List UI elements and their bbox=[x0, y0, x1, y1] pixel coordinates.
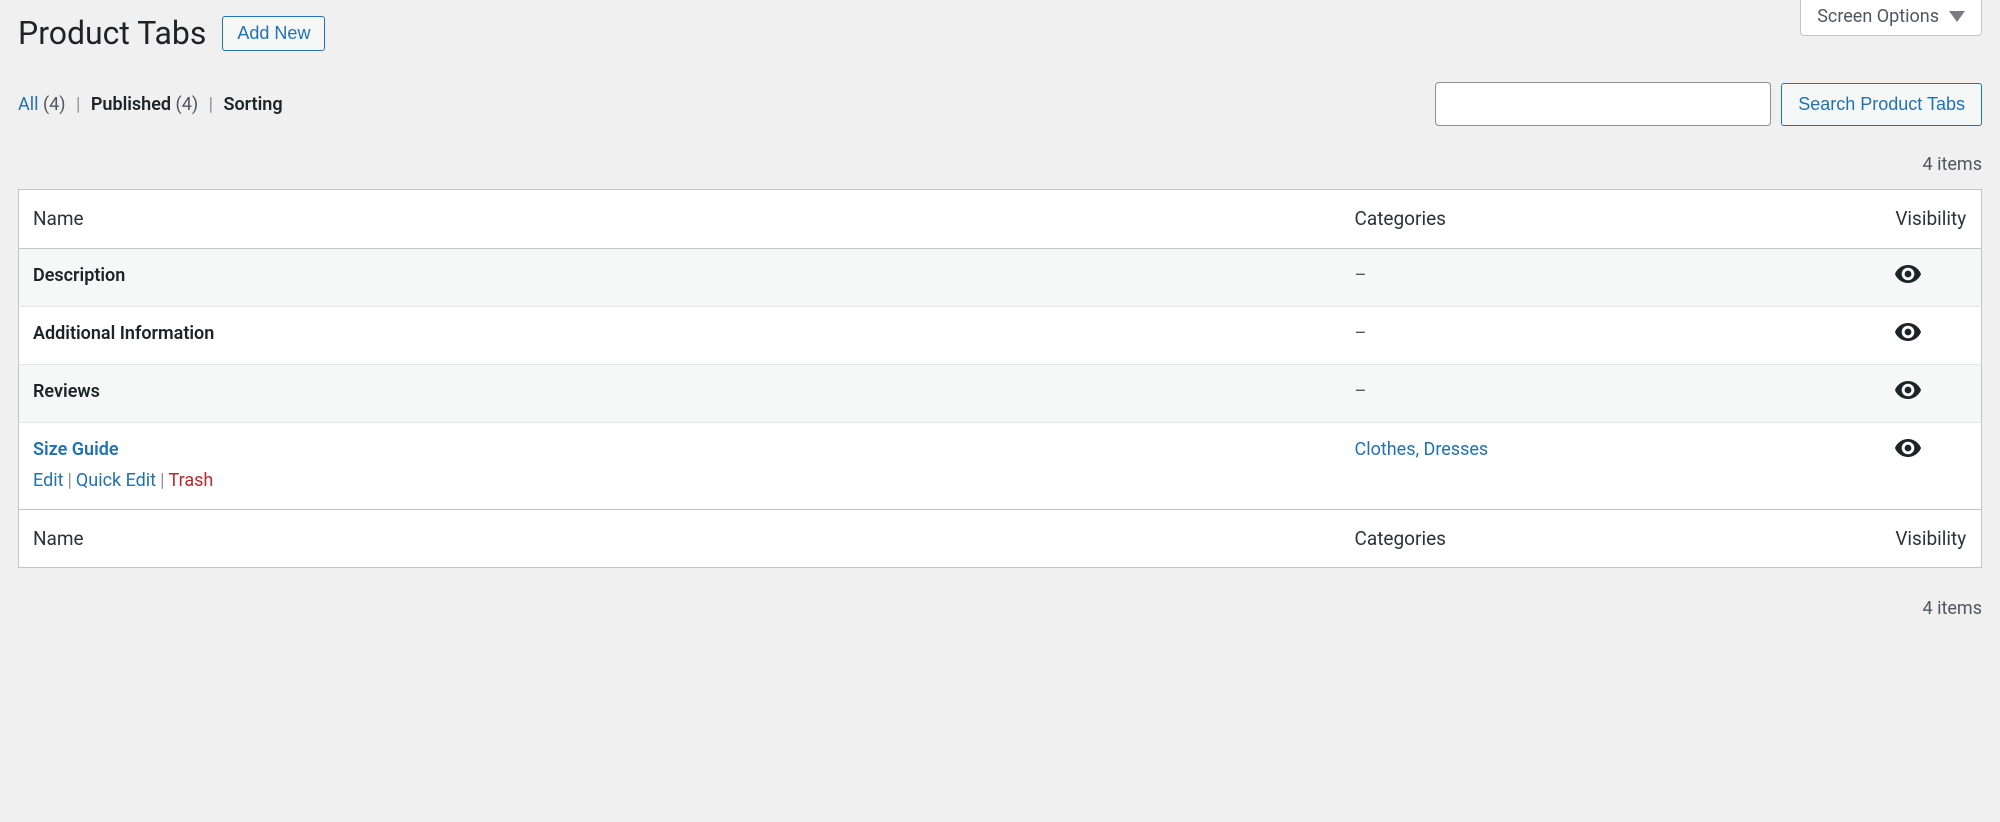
search-button[interactable]: Search Product Tabs bbox=[1781, 83, 1982, 126]
category-link[interactable]: Clothes, Dresses bbox=[1355, 439, 1489, 460]
row-title: Description bbox=[33, 265, 125, 286]
items-count-top: 4 items bbox=[18, 154, 1982, 175]
row-categories: – bbox=[1341, 248, 1882, 306]
screen-options-label: Screen Options bbox=[1817, 6, 1939, 27]
filter-all[interactable]: All bbox=[18, 94, 39, 115]
col-footer-name: Name bbox=[19, 509, 1341, 568]
search-input[interactable] bbox=[1435, 82, 1771, 126]
table-row: Reviews – bbox=[19, 364, 1982, 422]
filter-sorting[interactable]: Sorting bbox=[223, 94, 282, 115]
col-footer-categories: Categories bbox=[1341, 509, 1882, 568]
status-filters: All (4) | Published (4) | Sorting bbox=[18, 94, 283, 115]
table-row: Description – bbox=[19, 248, 1982, 306]
table-row: Additional Information – bbox=[19, 306, 1982, 364]
items-count-bottom: 4 items bbox=[0, 598, 1982, 619]
row-title[interactable]: Size Guide bbox=[33, 439, 119, 460]
col-header-visibility[interactable]: Visibility bbox=[1881, 190, 1981, 249]
col-header-name[interactable]: Name bbox=[19, 190, 1341, 249]
row-categories: Clothes, Dresses bbox=[1341, 422, 1882, 509]
col-footer-visibility: Visibility bbox=[1881, 509, 1981, 568]
row-actions: Edit|Quick Edit|Trash bbox=[33, 470, 1327, 491]
eye-icon[interactable] bbox=[1895, 381, 1921, 399]
filter-published[interactable]: Published (4) bbox=[91, 94, 203, 115]
eye-icon[interactable] bbox=[1895, 439, 1921, 457]
table-row: Size Guide Edit|Quick Edit|Trash Clothes, … bbox=[19, 422, 1982, 509]
add-new-button[interactable]: Add New bbox=[222, 16, 325, 51]
col-header-categories[interactable]: Categories bbox=[1341, 190, 1882, 249]
eye-icon[interactable] bbox=[1895, 323, 1921, 341]
page-title: Product Tabs bbox=[18, 14, 206, 52]
screen-options-toggle[interactable]: Screen Options bbox=[1800, 0, 1982, 36]
row-title: Additional Information bbox=[33, 323, 214, 344]
caret-down-icon bbox=[1949, 11, 1965, 22]
eye-icon[interactable] bbox=[1895, 265, 1921, 283]
row-action-edit[interactable]: Edit bbox=[33, 470, 63, 491]
row-action-quick-edit[interactable]: Quick Edit bbox=[76, 470, 156, 491]
row-categories: – bbox=[1341, 306, 1882, 364]
row-categories: – bbox=[1341, 364, 1882, 422]
product-tabs-table: Name Categories Visibility Description–A… bbox=[18, 189, 1982, 568]
row-action-trash[interactable]: Trash bbox=[168, 470, 213, 491]
row-title: Reviews bbox=[33, 381, 100, 402]
filter-all-count: (4) bbox=[43, 94, 66, 115]
